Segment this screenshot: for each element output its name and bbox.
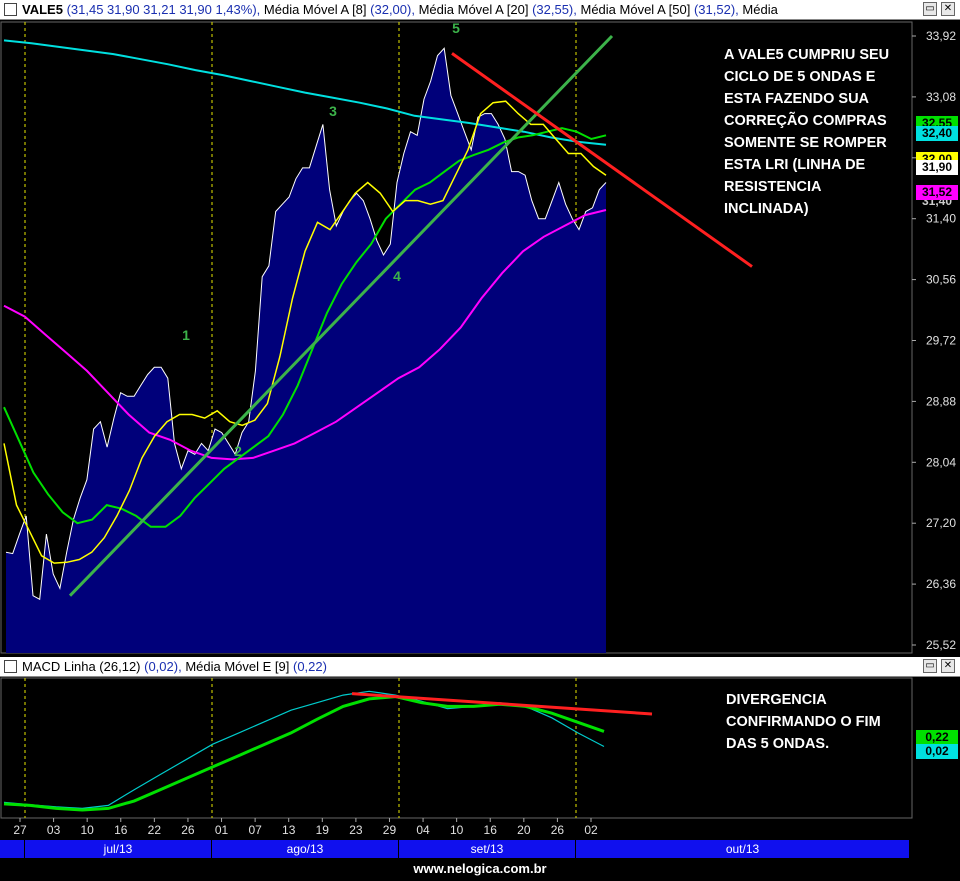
month-bar-oct: out/13 bbox=[576, 840, 910, 858]
main-annotation: A VALE5 CUMPRIU SEU CICLO DE 5 ONDAS E EST… bbox=[724, 44, 889, 220]
month-bar-jul: jul/13 bbox=[25, 840, 212, 858]
annotation-line: CONFIRMANDO O FIM bbox=[726, 714, 881, 730]
x-tick-label: 23 bbox=[349, 823, 363, 837]
y-tick-label: 25,52 bbox=[926, 638, 956, 652]
x-tick-label: 02 bbox=[584, 823, 598, 837]
annotation-line: RESISTENCIA bbox=[724, 179, 822, 195]
annotation-line: INCLINADA) bbox=[724, 201, 809, 217]
wave-label-3: 3 bbox=[329, 103, 337, 119]
wave-label-1: 1 bbox=[182, 327, 190, 343]
value-box: 31,90 bbox=[916, 160, 958, 175]
y-tick-label: 31,40 bbox=[926, 212, 956, 226]
x-tick-label: 16 bbox=[114, 823, 128, 837]
month-bar-sep: set/13 bbox=[399, 840, 576, 858]
value-box: 0,22 bbox=[916, 730, 958, 745]
x-tick-label: 22 bbox=[148, 823, 162, 837]
y-tick-label: 26,36 bbox=[926, 577, 956, 591]
annotation-line: A VALE5 CUMPRIU SEU bbox=[724, 47, 890, 63]
annotation-line: DAS 5 ONDAS. bbox=[726, 736, 830, 752]
x-tick-label: 03 bbox=[47, 823, 61, 837]
annotation-line: SOMENTE SE ROMPER bbox=[724, 135, 887, 151]
month-label: out/13 bbox=[725, 842, 760, 856]
value-box: 31,52 bbox=[916, 185, 958, 200]
x-tick-label: 16 bbox=[484, 823, 498, 837]
x-tick-label: 26 bbox=[181, 823, 195, 837]
month-label: jul/13 bbox=[103, 842, 133, 856]
x-tick-label: 19 bbox=[316, 823, 330, 837]
y-tick-label: 33,08 bbox=[926, 90, 956, 104]
x-tick-label: 20 bbox=[517, 823, 531, 837]
y-tick-label: 30,56 bbox=[926, 273, 956, 287]
x-tick-label: 13 bbox=[282, 823, 296, 837]
month-bar-aug: ago/13 bbox=[212, 840, 399, 858]
y-tick-label: 27,20 bbox=[926, 516, 956, 530]
annotation-line: CORREÇÃO COMPRAS bbox=[724, 113, 887, 129]
annotation-line: CICLO DE 5 ONDAS E bbox=[724, 69, 876, 85]
x-tick-label: 29 bbox=[383, 823, 397, 837]
wave-label-4: 4 bbox=[393, 268, 401, 284]
macd-line bbox=[3, 690, 605, 810]
annotation-line: DIVERGENCIA bbox=[726, 692, 827, 708]
month-label: ago/13 bbox=[286, 842, 324, 856]
x-tick-label: 10 bbox=[450, 823, 464, 837]
x-tick-label: 01 bbox=[215, 823, 229, 837]
value-box: 0,02 bbox=[916, 744, 958, 759]
macd-annotation: DIVERGENCIA CONFIRMANDO O FIM DAS 5 ONDAS. bbox=[726, 689, 881, 755]
annotation-line: ESTA FAZENDO SUA bbox=[724, 91, 870, 107]
y-tick-label: 28,88 bbox=[926, 394, 956, 408]
x-tick-label: 04 bbox=[416, 823, 430, 837]
annotation-line: ESTA LRI (LINHA DE bbox=[724, 157, 866, 173]
month-bar-lead bbox=[0, 840, 25, 858]
value-box: 32,40 bbox=[916, 126, 958, 141]
x-tick-label: 07 bbox=[248, 823, 262, 837]
wave-label-5: 5 bbox=[452, 20, 460, 36]
divergence-trendline bbox=[351, 692, 653, 716]
y-tick-label: 33,92 bbox=[926, 29, 956, 43]
signal-line bbox=[3, 695, 605, 812]
ma200-line bbox=[3, 39, 607, 146]
month-label: set/13 bbox=[470, 842, 504, 856]
credit-text: www.nelogica.com.br bbox=[413, 861, 547, 876]
wave-label-2: 2 bbox=[234, 443, 242, 459]
x-tick-label: 27 bbox=[13, 823, 27, 837]
y-tick-label: 29,72 bbox=[926, 334, 956, 348]
x-tick-label: 10 bbox=[80, 823, 94, 837]
y-tick-label: 28,04 bbox=[926, 455, 956, 469]
x-tick-label: 26 bbox=[551, 823, 565, 837]
